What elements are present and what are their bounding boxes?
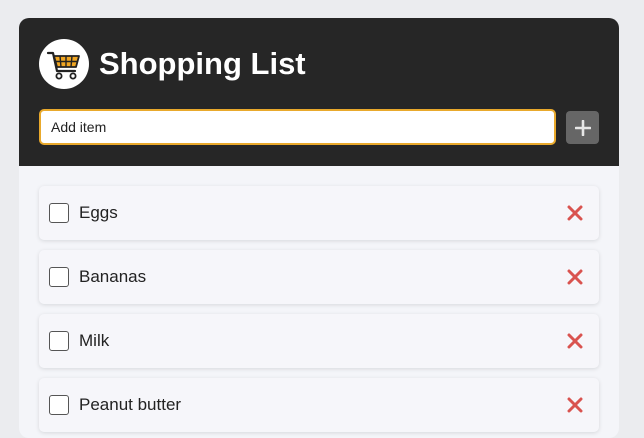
- item-checkbox[interactable]: [49, 331, 69, 351]
- app-title: Shopping List: [99, 46, 306, 81]
- item-label: Eggs: [79, 203, 118, 222]
- item-checkbox[interactable]: [49, 267, 69, 287]
- list-item: Milk: [39, 314, 599, 368]
- shopping-list: Eggs Bananas Milk Peanut butter: [39, 186, 599, 438]
- shopping-list-card: Shopping List Eggs Bananas: [19, 18, 619, 438]
- header: Shopping List: [19, 18, 619, 166]
- add-item-button[interactable]: [566, 111, 599, 144]
- item-checkbox[interactable]: [49, 203, 69, 223]
- delete-item-button[interactable]: [565, 203, 585, 223]
- item-label: Bananas: [79, 267, 147, 286]
- close-icon: [567, 205, 583, 221]
- list-item: Eggs: [39, 186, 599, 240]
- shopping-cart-icon: [39, 39, 89, 89]
- delete-item-button[interactable]: [565, 267, 585, 287]
- item-checkbox[interactable]: [49, 395, 69, 415]
- delete-item-button[interactable]: [565, 331, 585, 351]
- close-icon: [567, 397, 583, 413]
- plus-icon: [574, 119, 591, 136]
- list-item: Bananas: [39, 250, 599, 304]
- close-icon: [567, 269, 583, 285]
- item-label: Peanut butter: [79, 395, 182, 414]
- item-label: Milk: [79, 331, 110, 350]
- close-icon: [567, 333, 583, 349]
- add-item-input[interactable]: [39, 109, 556, 145]
- delete-item-button[interactable]: [565, 395, 585, 415]
- list-item: Peanut butter: [39, 378, 599, 432]
